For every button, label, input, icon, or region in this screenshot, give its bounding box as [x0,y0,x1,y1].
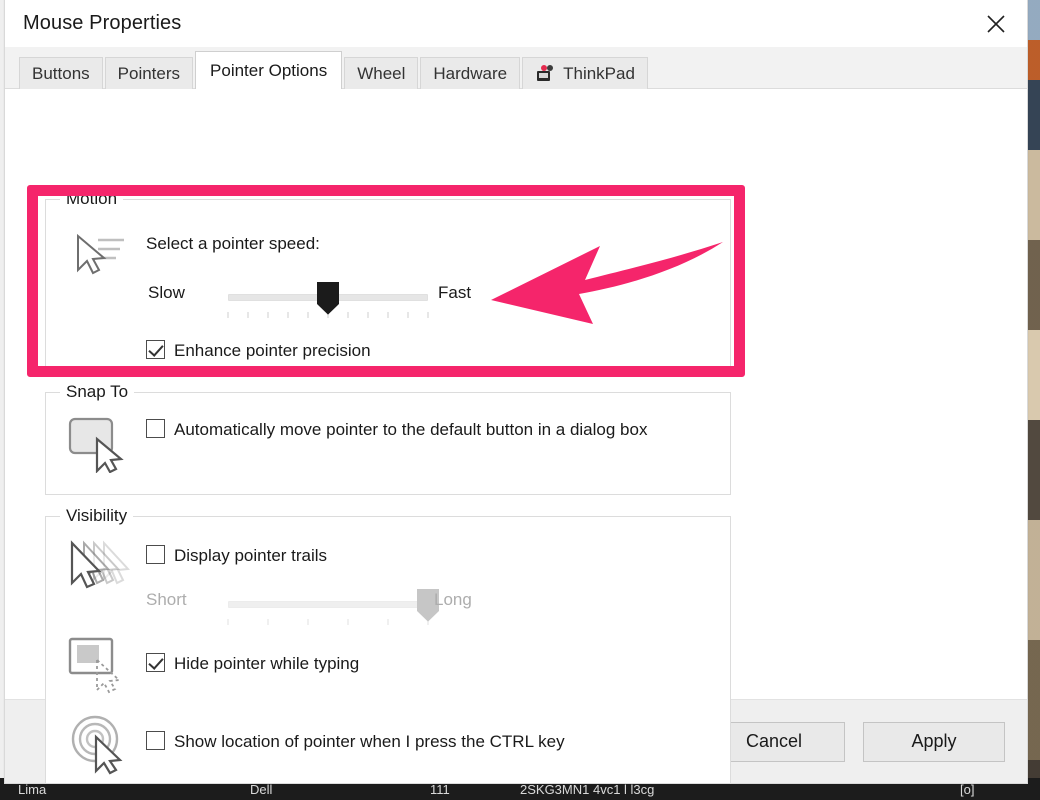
hide-pointer-while-typing-label: Hide pointer while typing [174,654,360,673]
show-location-of-pointer-row[interactable]: Show location of pointer when I press th… [146,731,565,752]
visibility-legend: Visibility [60,506,134,526]
mouse-properties-dialog: Mouse Properties Buttons Pointers Pointe… [4,0,1028,784]
tab-label: Pointer Options [210,60,328,80]
tab-pointer-options[interactable]: Pointer Options [195,51,343,89]
display-pointer-trails-row[interactable]: Display pointer trails [146,545,327,566]
snap-to-button-icon [66,415,126,473]
pointer-speed-icon [68,228,126,280]
tab-label: ThinkPad [563,63,635,83]
background-cell: 2SKG3MN1 4vc1 l l3cg [520,782,655,797]
snap-to-legend: Snap To [60,382,135,402]
enhance-pointer-precision-checkbox[interactable] [146,340,165,359]
trails-long-label: Long [434,590,472,609]
pointer-speed-slider[interactable] [227,281,429,322]
display-pointer-trails-checkbox[interactable] [146,545,165,564]
show-location-of-pointer-checkbox[interactable] [146,731,165,750]
pointer-trails-icon [64,539,130,597]
window-title: Mouse Properties [23,11,182,34]
close-x-icon [985,13,1007,35]
snap-to-auto-move-row[interactable]: Automatically move pointer to the defaul… [146,419,686,440]
background-cell: Lima [18,782,47,797]
pointer-trails-slider[interactable] [227,588,439,629]
tab-label: Buttons [32,63,90,83]
show-location-of-pointer-label: Show location of pointer when I press th… [174,732,565,751]
pointer-speed-label: Select a pointer speed: [146,234,320,253]
background-cell: 111 [430,782,450,797]
tab-thinkpad[interactable]: ThinkPad [522,57,648,89]
display-pointer-trails-label: Display pointer trails [174,546,328,565]
titlebar: Mouse Properties [5,0,1027,47]
snap-to-auto-move-label: Automatically move pointer to the defaul… [174,420,648,439]
slider-ticks [227,618,429,627]
tab-hardware[interactable]: Hardware [420,57,521,89]
snap-to-group: Snap To Automatically move pointer to th… [45,382,731,495]
close-button[interactable] [965,0,1027,47]
tab-label: Pointers [117,63,181,83]
hide-pointer-typing-icon [66,635,128,695]
background-cell: Dell [250,782,273,797]
tab-strip: Buttons Pointers Pointer Options Wheel H… [5,47,1027,89]
hide-pointer-while-typing-checkbox[interactable] [146,653,165,672]
background-cell: [o] [960,782,975,797]
motion-legend: Motion [60,189,124,209]
thinkpad-icon [535,64,557,84]
trails-short-label: Short [146,590,187,609]
fast-label: Fast [438,283,472,302]
tab-buttons[interactable]: Buttons [19,57,103,89]
slider-track[interactable] [228,600,428,608]
pointer-options-pane: Motion Select a pointer speed: Slow Fast… [5,89,1027,784]
enhance-pointer-precision-row[interactable]: Enhance pointer precision [146,340,371,361]
snap-to-auto-move-checkbox[interactable] [146,419,165,438]
slider-thumb[interactable] [317,281,339,315]
tab-pointers[interactable]: Pointers [104,57,194,89]
motion-group: Motion Select a pointer speed: Slow Fast… [45,189,731,371]
apply-button[interactable]: Apply [863,721,1005,762]
tab-label: Wheel [357,63,406,83]
enhance-pointer-precision-label: Enhance pointer precision [174,341,371,360]
visibility-group: Visibility Display pointer trails Short … [45,506,731,784]
tab-wheel[interactable]: Wheel [344,57,419,89]
tab-label: Hardware [433,63,508,83]
slow-label: Slow [148,283,185,302]
locate-pointer-icon [68,713,130,775]
hide-pointer-while-typing-row[interactable]: Hide pointer while typing [146,653,359,674]
background-right-strip [1028,0,1040,800]
